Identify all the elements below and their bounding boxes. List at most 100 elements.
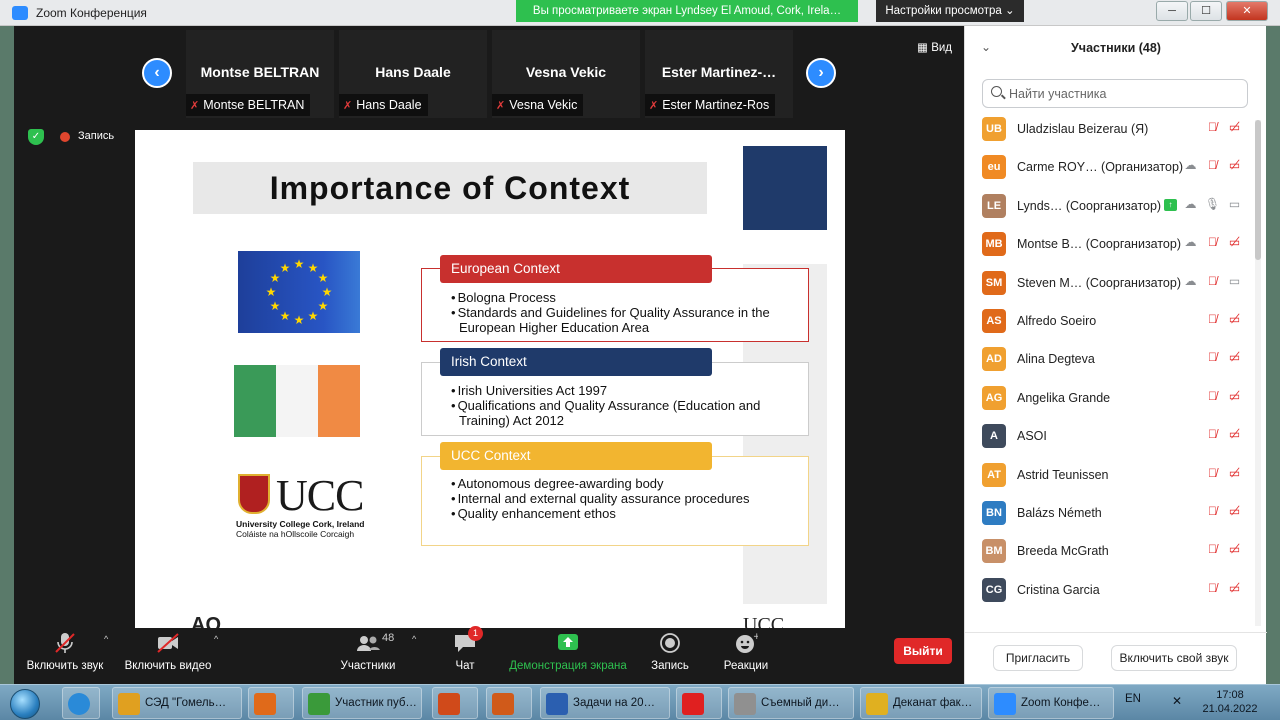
video-off-icon[interactable]: ▭̸ bbox=[1226, 350, 1243, 364]
eu-stars-icon: ★ ★★ ★★★ ★★★ ★★★ bbox=[266, 257, 333, 327]
mic-muted-icon[interactable]: 🎙̸ bbox=[1204, 466, 1221, 480]
start-video-button[interactable]: Включить видео ^ bbox=[122, 628, 218, 684]
leave-meeting-button[interactable]: Выйти bbox=[894, 638, 952, 664]
language-indicator[interactable]: EN bbox=[1125, 693, 1141, 705]
video-off-icon[interactable]: ▭̸ bbox=[1226, 581, 1243, 595]
maximize-button[interactable]: ☐ bbox=[1190, 1, 1222, 21]
network-icon[interactable]: ✕ bbox=[1172, 694, 1182, 708]
taskbar-button[interactable] bbox=[486, 687, 532, 719]
record-button[interactable]: Запись bbox=[644, 628, 696, 684]
security-shield-icon[interactable]: ✓ bbox=[28, 129, 44, 145]
app-icon bbox=[866, 693, 888, 715]
mic-muted-icon[interactable]: 🎙̸ bbox=[1204, 427, 1221, 441]
scrollbar-thumb[interactable] bbox=[1255, 120, 1261, 260]
participant-row[interactable]: AT Astrid Teunissen 🎙̸ ▭̸ bbox=[965, 460, 1255, 498]
unmute-button[interactable]: Включить звук ^ bbox=[24, 628, 108, 684]
avatar: AT bbox=[982, 462, 1006, 487]
taskbar-ie[interactable] bbox=[62, 687, 100, 719]
video-off-icon[interactable]: ▭̸ bbox=[1226, 504, 1243, 518]
taskbar-button[interactable]: СЭД "Гомель… bbox=[112, 687, 242, 719]
video-icon[interactable]: ▭ bbox=[1226, 274, 1243, 288]
participant-row[interactable]: AG Angelika Grande 🎙̸ ▭̸ bbox=[965, 383, 1255, 421]
video-off-icon[interactable]: ▭̸ bbox=[1226, 542, 1243, 556]
clock-time: 17:08 bbox=[1216, 689, 1244, 701]
slide-title-box: Importance of Context bbox=[193, 162, 707, 214]
participant-row[interactable]: UB Uladzislau Beizerau (Я) 🎙̸ ▭̸ bbox=[965, 114, 1255, 152]
mic-muted-icon[interactable]: 🎙̸ bbox=[1204, 120, 1221, 134]
participant-row[interactable]: MB Montse B… (Соорганизатор) ☁ 🎙̸ ▭̸ bbox=[965, 229, 1255, 267]
video-off-icon[interactable]: ▭̸ bbox=[1226, 158, 1243, 172]
taskbar-button[interactable]: Деканат фак… bbox=[860, 687, 982, 719]
video-off-icon[interactable]: ▭̸ bbox=[1226, 120, 1243, 134]
taskbar-button[interactable]: Участник пуб… bbox=[302, 687, 422, 719]
video-tile[interactable]: Vesna Vekic ✗ Vesna Vekic bbox=[492, 30, 640, 118]
mic-muted-icon[interactable]: 🎙̸ bbox=[1204, 389, 1221, 403]
mic-muted-icon[interactable]: 🎙̸ bbox=[1204, 542, 1221, 556]
prev-page-button[interactable]: ‹ bbox=[142, 58, 172, 88]
video-icon[interactable]: ▭ bbox=[1226, 197, 1243, 211]
start-button[interactable] bbox=[2, 687, 48, 719]
invite-button[interactable]: Пригласить bbox=[993, 645, 1083, 671]
participant-row[interactable]: A ASOI 🎙̸ ▭̸ bbox=[965, 421, 1255, 459]
participant-row[interactable]: BM Breeda McGrath 🎙̸ ▭̸ bbox=[965, 536, 1255, 574]
participant-row[interactable]: LE Lynds… (Соорганизатор) ↑ ☁ 🎙 ▭ bbox=[965, 191, 1255, 229]
share-screen-label: Демонстрация экрана bbox=[509, 660, 627, 672]
system-clock[interactable]: 17:08 21.04.2022 bbox=[1198, 688, 1262, 716]
video-options-caret[interactable]: ^ bbox=[214, 634, 218, 644]
participant-name: Balázs Németh bbox=[1017, 506, 1102, 520]
tile-name-large: Hans Daale bbox=[375, 64, 451, 80]
close-button[interactable]: ✕ bbox=[1226, 1, 1268, 21]
mic-muted-icon[interactable]: 🎙̸ bbox=[1204, 158, 1221, 172]
taskbar-button[interactable] bbox=[676, 687, 722, 719]
participants-caret[interactable]: ^ bbox=[412, 634, 416, 644]
participant-row[interactable]: SM Steven M… (Соорганизатор) ☁ 🎙̸ ▭ bbox=[965, 268, 1255, 306]
avatar: BM bbox=[982, 539, 1006, 564]
audio-options-caret[interactable]: ^ bbox=[104, 634, 108, 644]
participant-row[interactable]: CG Cristina Garcia 🎙̸ ▭̸ bbox=[965, 575, 1255, 613]
mic-icon[interactable]: 🎙 bbox=[1204, 197, 1221, 211]
taskbar-button[interactable] bbox=[248, 687, 294, 719]
tile-name-label: ✗ Montse BELTRAN bbox=[186, 94, 311, 116]
participant-row[interactable]: BN Balázs Németh 🎙̸ ▭̸ bbox=[965, 498, 1255, 536]
reactions-button[interactable]: + Реакции bbox=[718, 628, 774, 684]
view-toggle[interactable]: ▦ Вид bbox=[917, 40, 952, 54]
video-off-icon[interactable]: ▭̸ bbox=[1226, 427, 1243, 441]
screen-share-icon[interactable]: ↑ bbox=[1164, 198, 1177, 211]
participant-row[interactable]: eu Carme ROY… (Организатор) ☁ 🎙̸ ▭̸ bbox=[965, 152, 1255, 190]
mic-muted-icon[interactable]: 🎙̸ bbox=[1204, 235, 1221, 249]
minimize-button[interactable]: ─ bbox=[1156, 1, 1188, 21]
participant-search[interactable] bbox=[982, 79, 1248, 108]
video-off-icon[interactable]: ▭̸ bbox=[1226, 466, 1243, 480]
view-settings-dropdown[interactable]: Настройки просмотра ⌄ bbox=[876, 0, 1024, 22]
cloud-icon[interactable]: ☁ bbox=[1182, 158, 1199, 172]
participants-button[interactable]: 48 Участники ^ bbox=[332, 628, 417, 684]
video-tile[interactable]: Ester Martinez-… ✗ Ester Martinez-Ros bbox=[645, 30, 793, 118]
taskbar-button[interactable]: Съемный ди… bbox=[728, 687, 854, 719]
taskbar-button[interactable]: Задачи на 20… bbox=[540, 687, 670, 719]
mic-muted-icon[interactable]: 🎙̸ bbox=[1204, 350, 1221, 364]
search-input[interactable] bbox=[1009, 85, 1239, 103]
participant-status-icons: 🎙̸ ▭̸ bbox=[1199, 466, 1243, 484]
video-off-icon[interactable]: ▭̸ bbox=[1226, 312, 1243, 326]
video-off-icon[interactable]: ▭̸ bbox=[1226, 235, 1243, 249]
participant-row[interactable]: AD Alina Degteva 🎙̸ ▭̸ bbox=[965, 344, 1255, 382]
chat-button[interactable]: 1 Чат bbox=[440, 626, 490, 684]
participant-list-scrollbar[interactable] bbox=[1255, 120, 1261, 626]
mic-muted-icon[interactable]: 🎙̸ bbox=[1204, 504, 1221, 518]
video-off-icon[interactable]: ▭̸ bbox=[1226, 389, 1243, 403]
taskbar-button[interactable] bbox=[432, 687, 478, 719]
video-tile[interactable]: Hans Daale ✗ Hans Daale bbox=[339, 30, 487, 118]
cloud-icon[interactable]: ☁ bbox=[1182, 197, 1199, 211]
mic-muted-icon[interactable]: 🎙̸ bbox=[1204, 581, 1221, 595]
cloud-icon[interactable]: ☁ bbox=[1182, 235, 1199, 249]
mic-muted-icon[interactable]: 🎙̸ bbox=[1204, 274, 1221, 288]
share-screen-button[interactable]: Демонстрация экрана bbox=[508, 628, 628, 684]
taskbar-button[interactable]: Zoom Конфе… bbox=[988, 687, 1114, 719]
app-icon bbox=[682, 693, 704, 715]
unmute-self-button[interactable]: Включить свой звук bbox=[1111, 645, 1237, 671]
cloud-icon[interactable]: ☁ bbox=[1182, 274, 1199, 288]
next-page-button[interactable]: › bbox=[806, 58, 836, 88]
mic-muted-icon[interactable]: 🎙̸ bbox=[1204, 312, 1221, 326]
participant-row[interactable]: AS Alfredo Soeiro 🎙̸ ▭̸ bbox=[965, 306, 1255, 344]
video-tile[interactable]: Montse BELTRAN ✗ Montse BELTRAN bbox=[186, 30, 334, 118]
